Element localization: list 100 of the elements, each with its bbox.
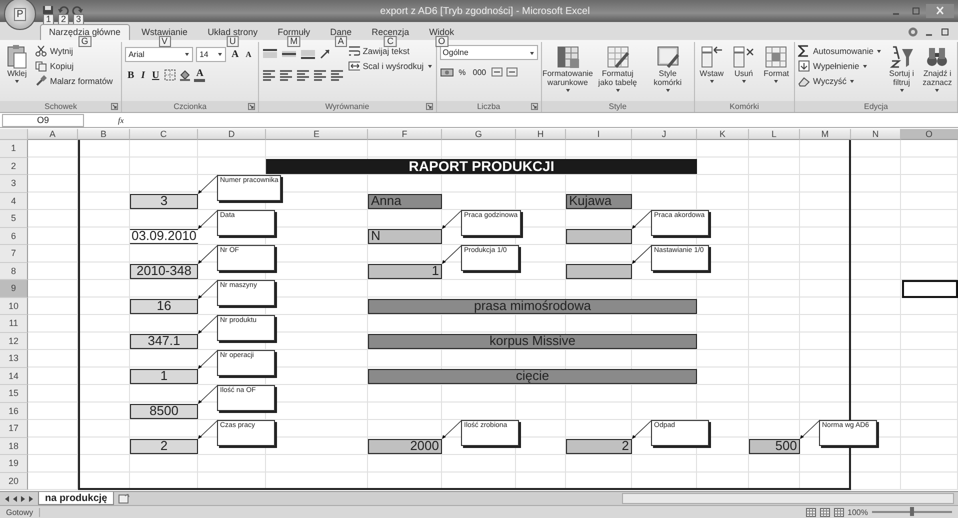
sheet-cell[interactable]: prasa mimośrodowa [368,298,697,314]
ribbon-button[interactable]: Autosumowanie [798,45,882,57]
new-sheet-icon[interactable] [118,494,130,504]
align-middle-icon[interactable] [280,48,297,60]
grow-font-button[interactable]: A [229,48,241,60]
function-button[interactable]: fx [114,116,128,126]
column-header[interactable]: K [697,129,749,140]
row-header[interactable]: 16 [0,402,28,420]
row-header[interactable]: 11 [0,315,28,333]
sheet-cell[interactable]: 3 [130,194,198,210]
align-bottom-icon[interactable] [300,48,316,60]
page-layout-icon[interactable] [820,508,830,516]
ribbon-button[interactable]: Zawijaj tekst [348,45,433,57]
align-icon[interactable] [312,68,327,82]
ribbon-button[interactable]: Formatowanie warunkowe [544,45,591,93]
row-header[interactable]: 19 [0,455,28,473]
column-header[interactable]: I [566,129,632,140]
underline-button[interactable]: U [150,70,162,80]
ribbon-button[interactable]: Formatuj jako tabelę [594,45,641,93]
row-header[interactable]: 7 [0,245,28,263]
sheet-cell[interactable]: Kujawa [566,194,632,210]
align-top-icon[interactable] [262,48,278,60]
percent-button[interactable]: % [456,68,468,76]
column-header[interactable]: L [749,129,800,140]
horizontal-scrollbar[interactable] [622,493,954,504]
column-header[interactable]: C [130,129,198,140]
normal-view-icon[interactable] [806,508,816,516]
ribbon-button[interactable]: Wypełnienie [798,60,882,72]
ribbon-button[interactable]: Malarz formatów [35,75,113,87]
row-header[interactable]: 5 [0,210,28,228]
column-header[interactable]: B [78,129,130,140]
row-header[interactable]: 3 [0,175,28,193]
row-header[interactable]: 18 [0,438,28,456]
orientation-icon[interactable] [318,48,331,60]
sheet-cell[interactable]: 8500 [130,404,198,420]
column-header[interactable]: D [198,129,266,140]
sheet-cell[interactable]: 16 [130,298,198,314]
ribbon-button[interactable]: Wstaw [698,45,726,84]
name-box[interactable]: O9 [2,114,84,128]
launcher-icon[interactable] [248,103,255,110]
first-sheet-icon[interactable] [4,494,10,503]
row-header[interactable]: 17 [0,420,28,438]
sheet-cell[interactable]: N [368,228,442,244]
row-header[interactable]: 8 [0,262,28,280]
ribbon-button[interactable]: Usuń [730,45,758,84]
sheet-tab[interactable]: na produkcję [38,492,114,506]
row-header[interactable]: 20 [0,472,28,490]
align-icon[interactable] [278,68,293,82]
font-color-button[interactable]: A [194,68,206,82]
sheet-cell[interactable]: Anna [368,194,442,210]
sheet-cell[interactable]: 03.09.2010 [130,228,198,244]
sheet-cell[interactable]: 2 [566,438,632,454]
launcher-icon[interactable] [530,103,538,110]
undo-icon[interactable] [57,5,69,17]
row-header[interactable]: 1 [0,140,28,158]
column-header[interactable]: F [368,129,442,140]
sheet-cell[interactable]: cięcie [368,368,697,384]
office-button[interactable]: P [4,0,36,30]
ribbon-button[interactable]: Sortuj i filtruj [886,45,917,93]
row-header[interactable]: 13 [0,350,28,368]
sheet-cell[interactable] [566,228,632,244]
ribbon-button[interactable]: Scal i wyśrodkuj [348,60,433,72]
sheet-cell[interactable]: 1 [130,368,198,384]
page-break-icon[interactable] [834,508,844,516]
ribbon-button[interactable]: Wytnij [35,45,113,57]
row-header[interactable]: 10 [0,298,28,316]
restore-icon[interactable] [940,27,950,37]
sheet-cell[interactable]: 500 [749,438,800,454]
dropdown-field[interactable]: 14 [196,46,226,62]
redo-icon[interactable] [72,5,84,17]
sheet-cell[interactable] [566,264,632,280]
ribbon-button[interactable]: Kopiuj [35,60,113,72]
row-header[interactable]: 14 [0,368,28,386]
ribbon-button[interactable]: Style komórki [644,45,691,93]
shrink-font-button[interactable]: A [244,50,254,58]
thousands-button[interactable]: 000 [470,68,488,76]
dropdown-field[interactable]: Ogólne [440,45,538,60]
column-header[interactable]: E [266,129,368,140]
sheet-cell[interactable]: 2000 [368,438,442,454]
sheet-cell[interactable]: korpus Missive [368,334,697,350]
column-header[interactable]: G [442,129,516,140]
last-sheet-icon[interactable] [28,494,34,503]
dropdown-field[interactable]: Arial [125,46,194,62]
sheet-cell[interactable]: 2010-348 [130,264,198,280]
selected-cell[interactable] [902,280,958,298]
sheet-cell[interactable]: 347.1 [130,334,198,350]
align-icon[interactable] [296,68,310,82]
italic-button[interactable]: I [139,70,148,80]
launcher-icon[interactable] [426,103,433,110]
column-header[interactable]: M [800,129,851,140]
next-sheet-icon[interactable] [20,494,26,503]
bold-button[interactable]: B [125,70,136,80]
row-header[interactable]: 6 [0,228,28,246]
launcher-icon[interactable] [111,103,118,110]
column-header[interactable]: H [516,129,566,140]
sheet-cell[interactable]: 2 [130,438,198,454]
row-header[interactable]: 2 [0,158,28,176]
column-header[interactable]: N [851,129,901,140]
ribbon-button[interactable]: Format [762,45,791,84]
column-header[interactable]: O [901,129,958,140]
